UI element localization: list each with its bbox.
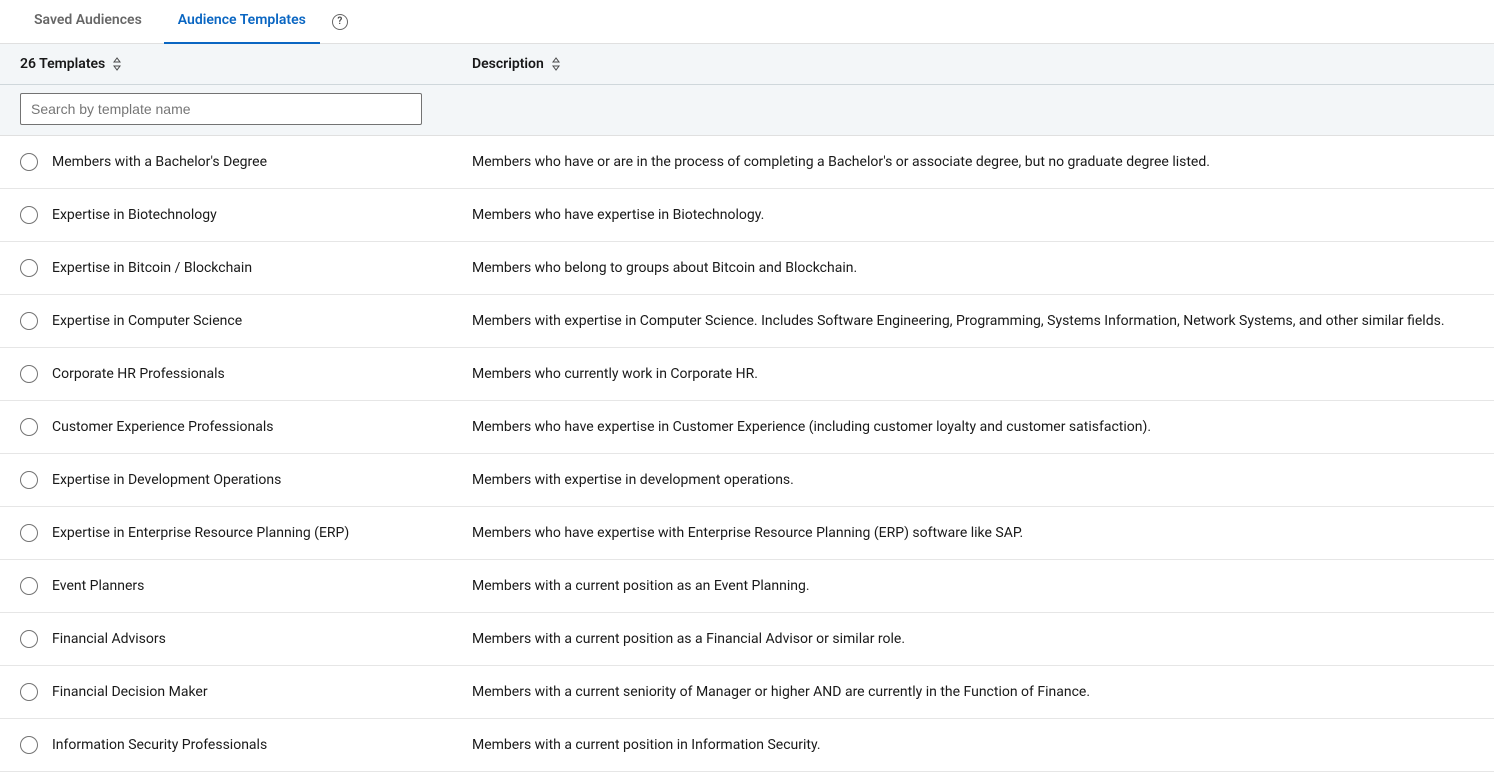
search-row (0, 85, 1494, 136)
radio-wrap (20, 206, 52, 224)
radio-button[interactable] (20, 577, 38, 595)
radio-button[interactable] (20, 259, 38, 277)
radio-button[interactable] (20, 524, 38, 542)
template-row[interactable]: Information Security ProfessionalsMember… (0, 719, 1494, 772)
template-row[interactable]: Expertise in Enterprise Resource Plannin… (0, 507, 1494, 560)
radio-button[interactable] (20, 206, 38, 224)
sort-icon (550, 57, 562, 71)
radio-wrap (20, 630, 52, 648)
template-name: Expertise in Biotechnology (52, 207, 472, 223)
template-description: Members who have expertise with Enterpri… (472, 525, 1474, 541)
template-row[interactable]: Financial AdvisorsMembers with a current… (0, 613, 1494, 666)
template-description: Members with expertise in Computer Scien… (472, 313, 1474, 329)
radio-wrap (20, 365, 52, 383)
template-row[interactable]: Members with a Bachelor's DegreeMembers … (0, 136, 1494, 189)
template-name: Information Security Professionals (52, 737, 472, 753)
template-row[interactable]: Customer Experience ProfessionalsMembers… (0, 401, 1494, 454)
tab-saved-audiences[interactable]: Saved Audiences (20, 0, 156, 44)
radio-button[interactable] (20, 312, 38, 330)
help-icon[interactable]: ? (332, 14, 348, 30)
templates-count-label: 26 Templates (20, 56, 105, 72)
radio-wrap (20, 471, 52, 489)
template-description: Members with a current seniority of Mana… (472, 684, 1474, 700)
radio-wrap (20, 259, 52, 277)
template-description: Members with a current position as an Ev… (472, 578, 1474, 594)
template-name: Members with a Bachelor's Degree (52, 154, 472, 170)
template-description: Members with a current position in Infor… (472, 737, 1474, 753)
template-row[interactable]: Event PlannersMembers with a current pos… (0, 560, 1494, 613)
template-description: Members with expertise in development op… (472, 472, 1474, 488)
radio-wrap (20, 418, 52, 436)
template-description: Members who have expertise in Biotechnol… (472, 207, 1474, 223)
template-description: Members with a current position as a Fin… (472, 631, 1474, 647)
radio-button[interactable] (20, 365, 38, 383)
radio-wrap (20, 312, 52, 330)
template-list: Members with a Bachelor's DegreeMembers … (0, 136, 1494, 772)
radio-wrap (20, 524, 52, 542)
tab-audience-templates[interactable]: Audience Templates (164, 0, 320, 44)
template-row[interactable]: Expertise in Bitcoin / BlockchainMembers… (0, 242, 1494, 295)
template-row[interactable]: Expertise in BiotechnologyMembers who ha… (0, 189, 1494, 242)
radio-button[interactable] (20, 630, 38, 648)
template-name: Customer Experience Professionals (52, 419, 472, 435)
column-header-templates[interactable]: 26 Templates (20, 56, 472, 72)
template-name: Event Planners (52, 578, 472, 594)
template-name: Expertise in Bitcoin / Blockchain (52, 260, 472, 276)
template-name: Expertise in Enterprise Resource Plannin… (52, 525, 472, 541)
template-row[interactable]: Financial Decision MakerMembers with a c… (0, 666, 1494, 719)
radio-button[interactable] (20, 153, 38, 171)
radio-button[interactable] (20, 418, 38, 436)
radio-wrap (20, 683, 52, 701)
template-name: Financial Decision Maker (52, 684, 472, 700)
template-description: Members who have expertise in Customer E… (472, 419, 1474, 435)
radio-button[interactable] (20, 683, 38, 701)
template-description: Members who belong to groups about Bitco… (472, 260, 1474, 276)
template-name: Financial Advisors (52, 631, 472, 647)
description-label: Description (472, 56, 544, 72)
search-input[interactable] (20, 93, 422, 125)
template-description: Members who currently work in Corporate … (472, 366, 1474, 382)
radio-wrap (20, 153, 52, 171)
radio-button[interactable] (20, 471, 38, 489)
radio-wrap (20, 577, 52, 595)
radio-button[interactable] (20, 736, 38, 754)
radio-wrap (20, 736, 52, 754)
template-row[interactable]: Corporate HR ProfessionalsMembers who cu… (0, 348, 1494, 401)
sort-icon (111, 57, 123, 71)
column-header-row: 26 Templates Description (0, 44, 1494, 85)
template-row[interactable]: Expertise in Computer ScienceMembers wit… (0, 295, 1494, 348)
column-header-description[interactable]: Description (472, 56, 1474, 72)
template-name: Expertise in Computer Science (52, 313, 472, 329)
template-description: Members who have or are in the process o… (472, 154, 1474, 170)
tabs-bar: Saved Audiences Audience Templates ? (0, 0, 1494, 44)
template-row[interactable]: Expertise in Development OperationsMembe… (0, 454, 1494, 507)
template-name: Corporate HR Professionals (52, 366, 472, 382)
template-name: Expertise in Development Operations (52, 472, 472, 488)
